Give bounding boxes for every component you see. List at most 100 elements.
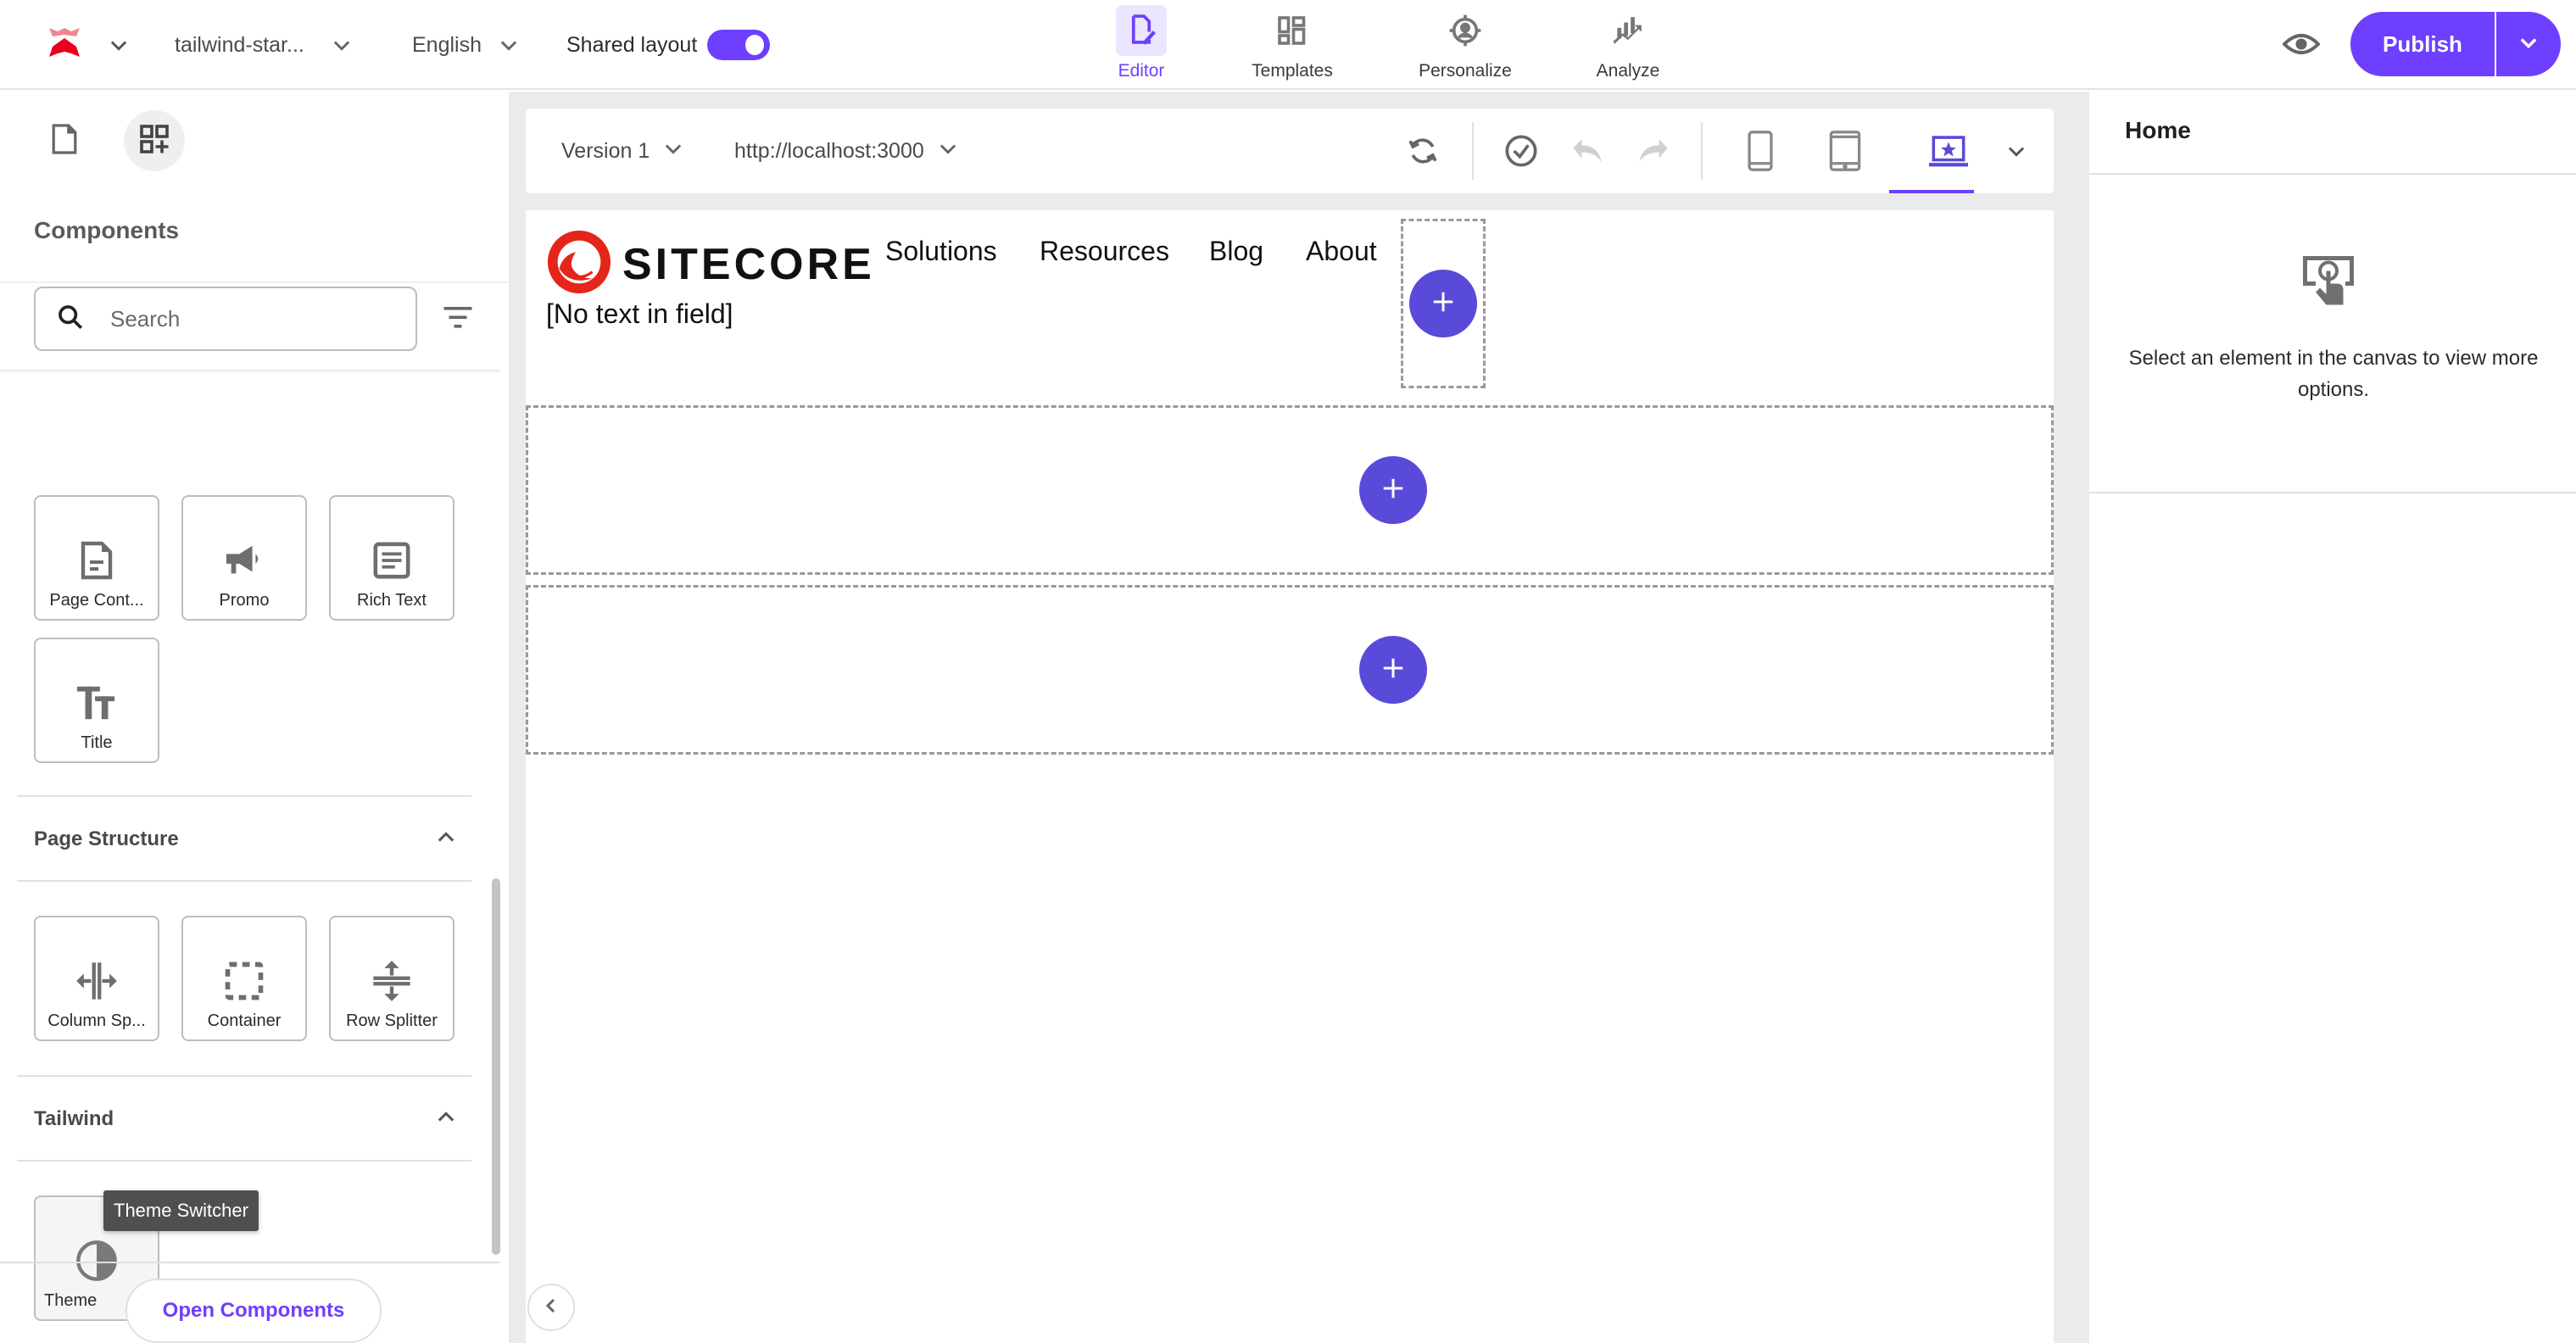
tile-label: Container	[207, 1011, 282, 1030]
component-tile[interactable]: Promo	[181, 495, 307, 621]
tab-analyze[interactable]: Analyze	[1594, 0, 1662, 90]
personalize-icon	[1440, 5, 1491, 56]
empty-state-message: Select an element in the canvas to view …	[2128, 347, 2539, 401]
chevron-left-icon	[541, 1296, 561, 1320]
tab-personalize[interactable]: Personalize	[1418, 0, 1513, 90]
tablet-device-icon[interactable]	[1825, 131, 1865, 171]
publish-options-button[interactable]	[2496, 12, 2561, 76]
publish-button[interactable]: Publish	[2350, 12, 2495, 76]
nav-link-resources[interactable]: Resources	[1040, 236, 1169, 267]
chevron-down-icon	[497, 33, 521, 57]
site-name: tailwind-star...	[175, 32, 304, 57]
tile-label: Row Splitter	[346, 1011, 438, 1030]
version-label: Version 1	[561, 138, 650, 163]
components-panel: Components Page Cont... Promo	[0, 92, 509, 1343]
empty-text-field[interactable]: [No text in field]	[546, 298, 733, 330]
open-components-button[interactable]: Open Components	[125, 1279, 382, 1343]
desktop-device-icon[interactable]	[1928, 131, 1969, 171]
filter-button[interactable]	[439, 302, 477, 336]
components-tab-button[interactable]	[124, 110, 185, 171]
url-selector[interactable]: http://localhost:3000	[734, 109, 960, 193]
page-icon	[51, 122, 78, 160]
tab-label: Editor	[1118, 61, 1165, 81]
placeholder-footer[interactable]	[526, 585, 2054, 755]
tab-label: Templates	[1252, 61, 1333, 81]
tab-editor[interactable]: Editor	[1116, 0, 1167, 90]
tile-label: Page Cont...	[49, 591, 144, 610]
tab-label: Analyze	[1596, 61, 1660, 81]
component-tile[interactable]: Title	[34, 638, 159, 763]
container-icon	[222, 959, 266, 1003]
title-icon	[75, 681, 119, 725]
tile-label: Theme	[44, 1291, 98, 1310]
chevron-down-icon	[661, 137, 685, 166]
version-selector[interactable]: Version 1	[561, 109, 685, 193]
add-component-button[interactable]	[1359, 456, 1427, 524]
preview-eye-icon[interactable]	[2282, 27, 2321, 61]
editor-area: Version 1 http://localhost:3000 SITECORE…	[509, 92, 2071, 1343]
section-tailwind[interactable]: Tailwind	[34, 1102, 458, 1136]
refresh-icon[interactable]	[1402, 131, 1443, 171]
url-label: http://localhost:3000	[734, 138, 924, 163]
search-input[interactable]	[110, 305, 382, 332]
chevron-up-icon[interactable]	[434, 826, 458, 854]
collapse-panel-button[interactable]	[527, 1284, 575, 1331]
active-device-indicator	[1889, 190, 1974, 193]
touch-select-icon	[2294, 248, 2362, 315]
validate-check-icon[interactable]	[1501, 131, 1542, 171]
tab-templates[interactable]: Templates	[1250, 0, 1335, 90]
rich-text-icon	[370, 538, 414, 582]
row-splitter-icon	[370, 959, 414, 1003]
sitecore-logo-icon	[546, 229, 612, 299]
editor-icon	[1116, 5, 1167, 56]
undo-icon[interactable]	[1567, 131, 1608, 171]
tile-label: Column Sp...	[47, 1011, 146, 1030]
site-selector[interactable]: tailwind-star...	[175, 0, 354, 90]
tile-label: Title	[81, 733, 113, 752]
component-tile[interactable]: Rich Text	[329, 495, 454, 621]
add-component-button[interactable]	[1359, 636, 1427, 704]
section-page-structure[interactable]: Page Structure	[34, 822, 458, 856]
chevron-down-icon[interactable]	[1996, 131, 2037, 171]
tooltip: Theme Switcher	[103, 1190, 259, 1231]
mobile-device-icon[interactable]	[1740, 131, 1781, 171]
add-component-button[interactable]	[1409, 270, 1477, 337]
top-bar: tailwind-star... English Shared layout E…	[0, 0, 2576, 90]
templates-icon	[1267, 5, 1318, 56]
analyze-icon	[1603, 5, 1653, 56]
panel-title: Components	[34, 217, 180, 243]
app-switcher[interactable]	[46, 0, 131, 90]
component-search	[34, 287, 417, 351]
nav-link-blog[interactable]: Blog	[1209, 236, 1263, 267]
plus-icon	[1380, 655, 1406, 685]
language-label: English	[412, 32, 482, 57]
plus-icon	[1380, 476, 1406, 505]
language-selector[interactable]: English	[412, 0, 521, 90]
component-tile[interactable]: Row Splitter	[329, 916, 454, 1041]
nav-link-about[interactable]: About	[1306, 236, 1377, 267]
chevron-down-icon[interactable]	[107, 33, 131, 57]
section-title: Tailwind	[34, 1107, 114, 1130]
tile-label: Rich Text	[357, 591, 427, 610]
shared-layout-toggle[interactable]	[707, 30, 771, 60]
redo-icon[interactable]	[1633, 131, 1674, 171]
page-tree-button[interactable]	[34, 110, 95, 171]
site-logo[interactable]: SITECORE	[546, 229, 875, 299]
page-canvas: SITECORE Solutions Resources Blog About …	[526, 210, 2054, 1343]
nav-link-solutions[interactable]: Solutions	[885, 236, 997, 267]
properties-panel: Home Select an element in the canvas to …	[2071, 92, 2576, 1343]
placeholder-header-slot[interactable]	[1401, 219, 1486, 388]
canvas-toolbar: Version 1 http://localhost:3000	[526, 109, 2054, 193]
component-tile[interactable]: Page Cont...	[34, 495, 159, 621]
placeholder-main[interactable]	[526, 405, 2054, 575]
section-title: Page Structure	[34, 828, 179, 850]
column-splitter-icon	[75, 959, 119, 1003]
chevron-up-icon[interactable]	[434, 1106, 458, 1134]
chevron-down-icon	[2517, 31, 2540, 59]
scrollbar-thumb[interactable]	[492, 878, 500, 1255]
component-tile[interactable]: Container	[181, 916, 307, 1041]
component-tile[interactable]: Column Sp...	[34, 916, 159, 1041]
sitecore-xm-logo-icon	[46, 26, 83, 64]
tile-label: Promo	[219, 591, 270, 610]
chevron-down-icon	[330, 33, 354, 57]
